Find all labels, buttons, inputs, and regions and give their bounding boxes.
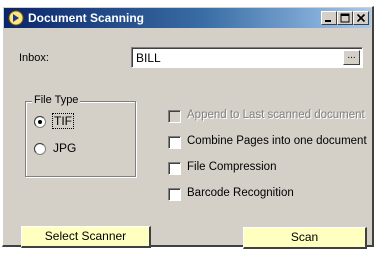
append-label: Append to Last scanned document: [187, 109, 365, 121]
radio-tif-text: TIF: [52, 113, 74, 129]
inbox-label: Inbox:: [19, 52, 49, 64]
inbox-value: BILL: [136, 51, 161, 65]
window-title: Document Scanning: [28, 11, 145, 25]
title-bar[interactable]: Document Scanning: [4, 8, 371, 28]
file-compression-label[interactable]: File Compression: [187, 161, 276, 173]
radio-jpg[interactable]: [34, 143, 46, 155]
document-scanning-window: Document Scanning Inbox: BILL ... File T…: [2, 6, 374, 249]
radio-tif-label[interactable]: TIF: [52, 113, 74, 129]
scanner-app-icon: [8, 10, 24, 26]
barcode-recognition-checkbox[interactable]: [168, 188, 181, 201]
inbox-field[interactable]: BILL ...: [131, 47, 363, 68]
append-checkbox: [168, 110, 181, 123]
maximize-button[interactable]: [337, 11, 353, 25]
close-icon: [356, 13, 366, 23]
maximize-icon: [340, 13, 350, 23]
minimize-icon: [325, 20, 331, 22]
combine-pages-label[interactable]: Combine Pages into one document: [187, 135, 367, 147]
radio-tif[interactable]: [34, 116, 46, 128]
barcode-recognition-label[interactable]: Barcode Recognition: [187, 187, 294, 199]
browse-button[interactable]: ...: [343, 50, 360, 65]
close-button[interactable]: [353, 11, 369, 25]
file-type-legend: File Type: [32, 94, 81, 106]
combine-pages-checkbox[interactable]: [168, 136, 181, 149]
file-compression-checkbox[interactable]: [168, 162, 181, 175]
minimize-button[interactable]: [321, 11, 337, 25]
radio-jpg-label[interactable]: JPG: [53, 141, 76, 155]
file-type-group: File Type TIF JPG: [25, 94, 136, 177]
scan-button[interactable]: Scan: [243, 227, 367, 249]
select-scanner-button[interactable]: Select Scanner: [21, 226, 151, 248]
